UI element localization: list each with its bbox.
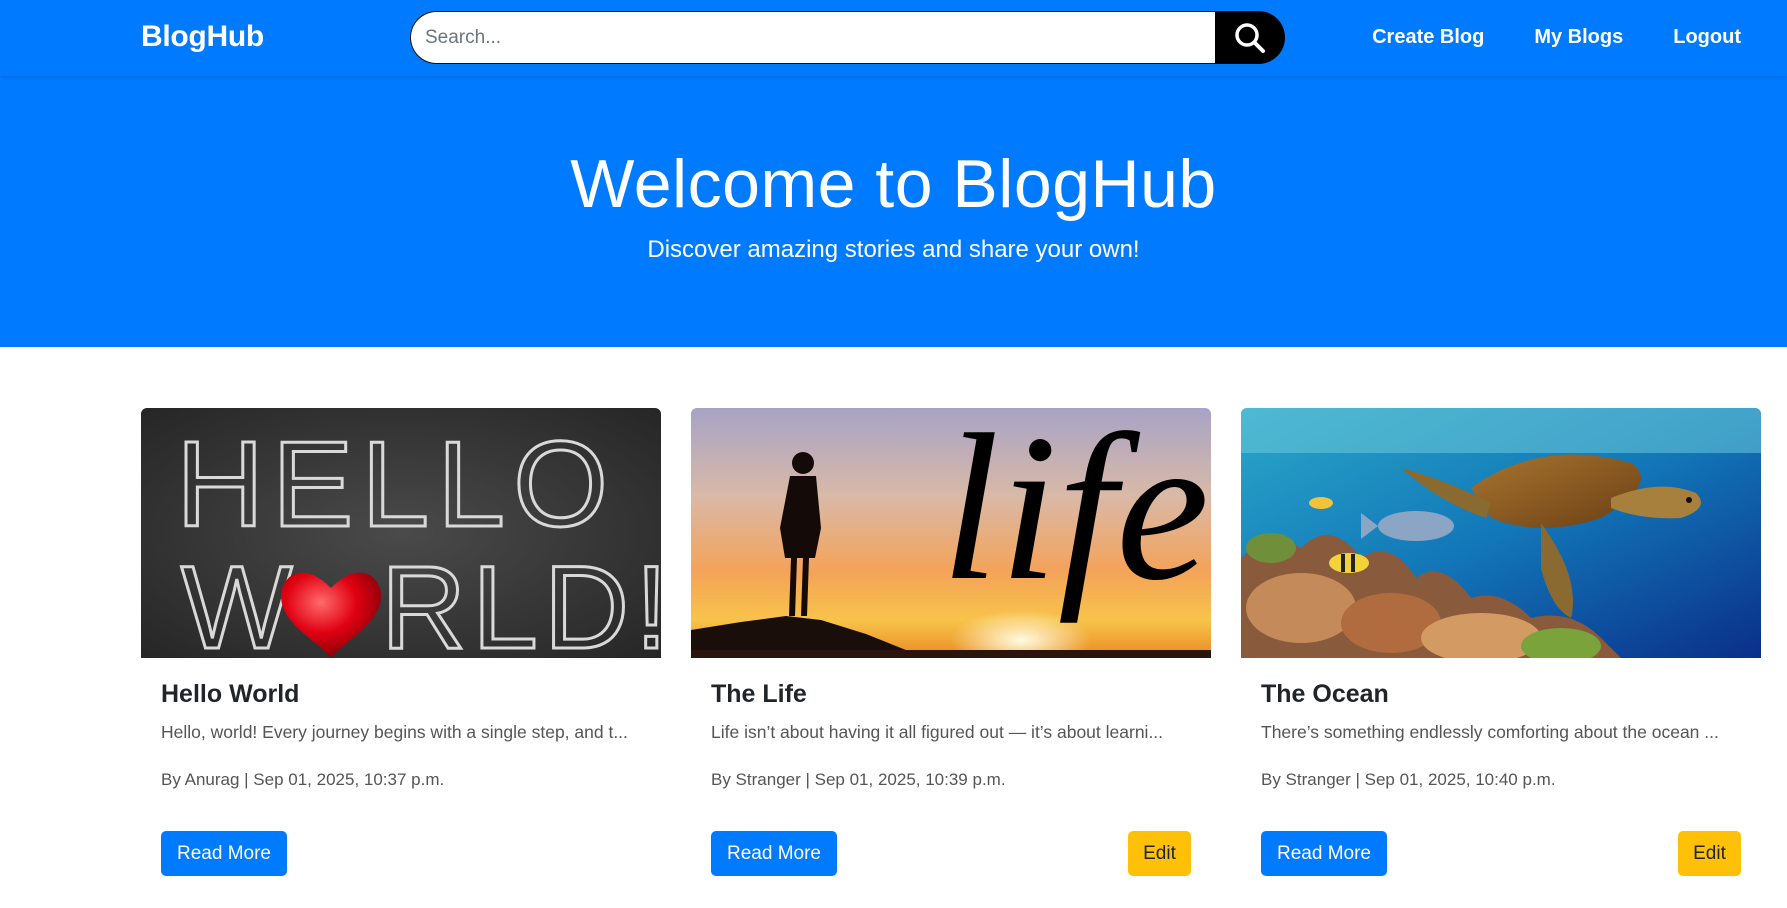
blog-card-title: Hello World	[161, 680, 300, 708]
nav-create-blog[interactable]: Create Blog	[1372, 26, 1484, 49]
search-input[interactable]	[410, 11, 1220, 64]
blog-card-image: HELLO W RLD!	[141, 408, 661, 658]
blog-card-meta: By Stranger | Sep 01, 2025, 10:39 p.m.	[711, 770, 1006, 789]
blog-card-meta: By Stranger | Sep 01, 2025, 10:40 p.m.	[1261, 770, 1556, 789]
blog-card-image: life	[691, 408, 1211, 658]
chalk-rld-text: RLD!	[381, 542, 661, 658]
nav-logout[interactable]: Logout	[1673, 26, 1741, 49]
search-icon	[1235, 22, 1265, 53]
edit-button[interactable]: Edit	[1128, 831, 1191, 876]
blog-card-image	[1241, 408, 1761, 658]
blog-card-title: The Ocean	[1261, 680, 1389, 708]
hero-title: Welcome to BlogHub	[570, 146, 1217, 222]
search-form	[410, 11, 1285, 64]
chalk-hello-text: HELLO	[176, 416, 616, 552]
blog-list: HELLO W RLD! Hello World Hello, world! E…	[0, 347, 1787, 908]
blog-card: The Ocean There’s something endlessly co…	[1241, 408, 1761, 908]
hero-banner: Welcome to BlogHub Discover amazing stor…	[0, 76, 1787, 347]
read-more-button[interactable]: Read More	[711, 831, 837, 876]
chalk-w-text: W	[181, 542, 292, 658]
search-button[interactable]	[1215, 11, 1285, 64]
blog-card-excerpt: There’s something endlessly comforting a…	[1261, 722, 1719, 742]
read-more-button[interactable]: Read More	[1261, 831, 1387, 876]
blog-card-excerpt: Life isn’t about having it all figured o…	[711, 722, 1164, 742]
blog-card-title: The Life	[711, 680, 807, 708]
navbar: BlogHub Create Blog My Blogs Logout	[0, 0, 1787, 76]
life-word: life	[941, 408, 1209, 624]
read-more-button[interactable]: Read More	[161, 831, 287, 876]
blog-card: life The Life Life isn’t about having it…	[691, 408, 1211, 908]
hero-subtitle: Discover amazing stories and share your …	[647, 236, 1140, 263]
nav-my-blogs[interactable]: My Blogs	[1534, 26, 1623, 49]
brand-logo[interactable]: BlogHub	[141, 20, 264, 54]
blog-card-meta: By Anurag | Sep 01, 2025, 10:37 p.m.	[161, 770, 445, 789]
edit-button[interactable]: Edit	[1678, 831, 1741, 876]
nav-links: Create Blog My Blogs Logout	[1372, 26, 1741, 49]
blog-card: HELLO W RLD! Hello World Hello, world! E…	[141, 408, 661, 908]
blog-card-excerpt: Hello, world! Every journey begins with …	[161, 722, 628, 742]
